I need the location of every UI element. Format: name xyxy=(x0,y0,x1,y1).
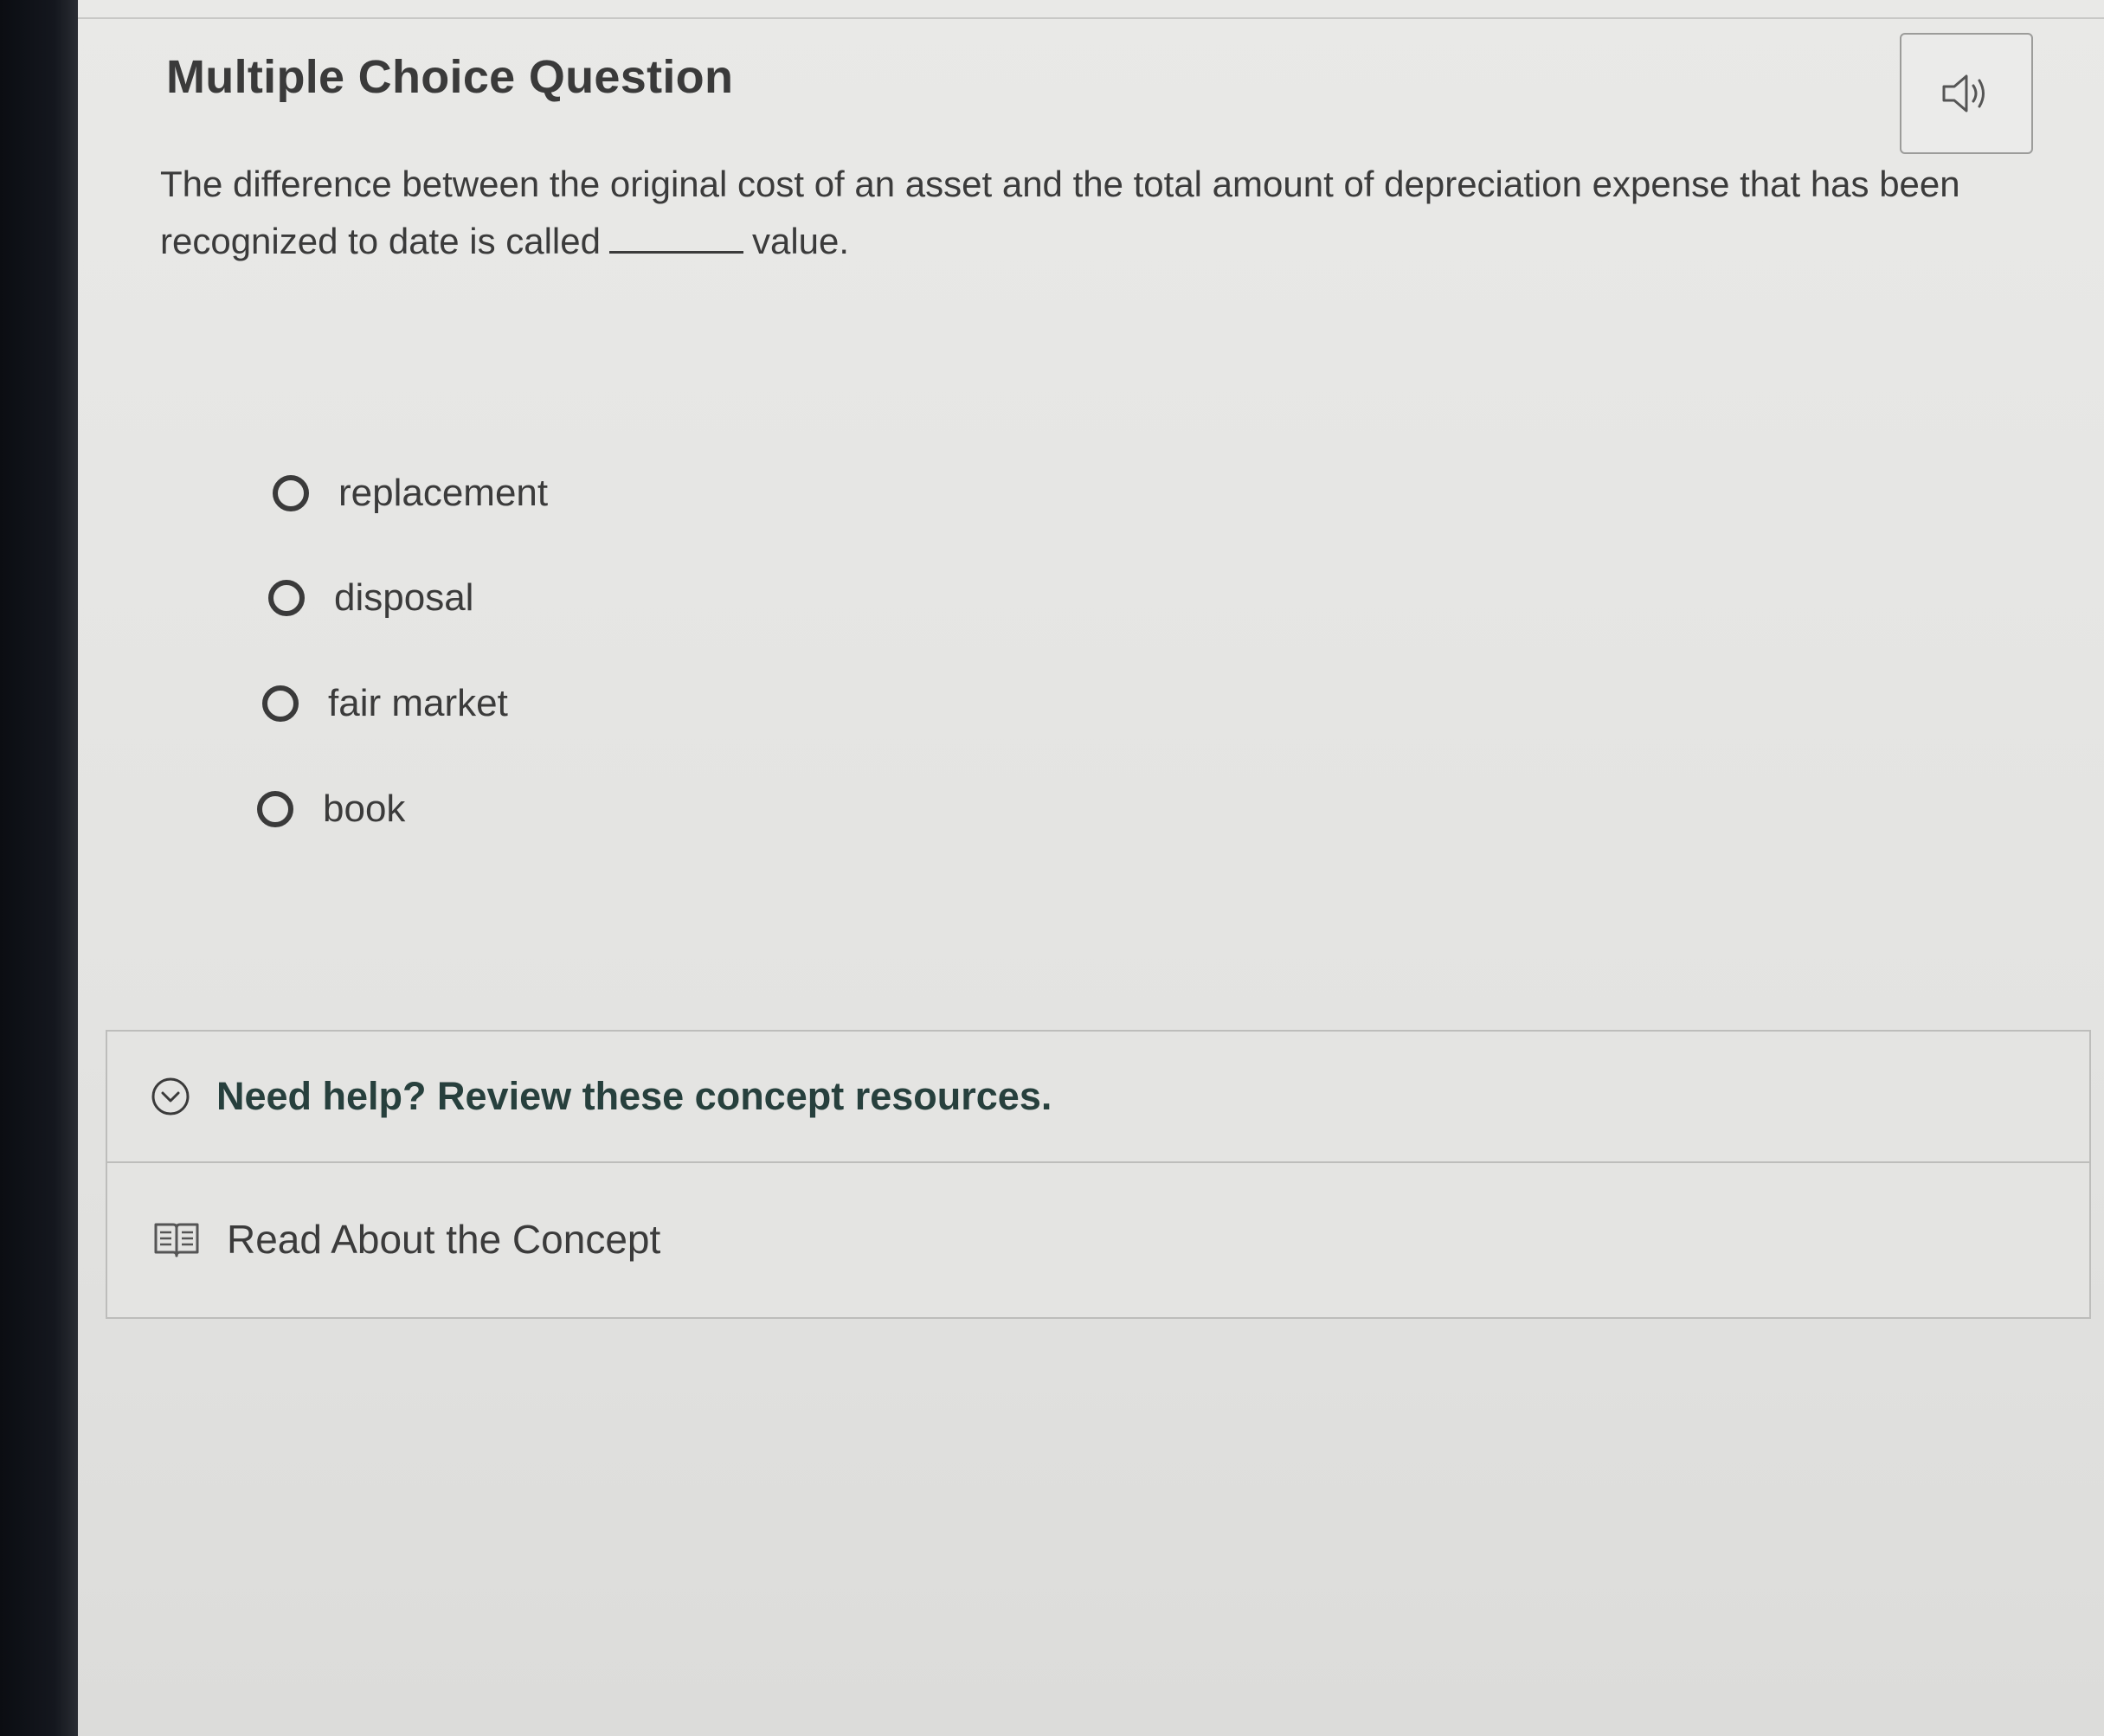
read-about-concept-link[interactable]: Read About the Concept xyxy=(107,1163,2089,1315)
concept-resources-title: Need help? Review these concept resource… xyxy=(216,1074,1052,1118)
device-bezel xyxy=(0,0,78,1736)
audio-button[interactable] xyxy=(1900,33,2033,154)
screen-frame: Multiple Choice Question The difference … xyxy=(0,0,2104,1736)
option-book[interactable]: book xyxy=(257,788,405,831)
speaker-icon xyxy=(1942,74,1985,113)
option-label: disposal xyxy=(334,576,474,619)
option-label: book xyxy=(323,788,406,830)
concept-resources-panel: Need help? Review these concept resource… xyxy=(106,1030,2091,1319)
radio-button[interactable] xyxy=(262,685,299,722)
option-replacement[interactable]: replacement xyxy=(273,472,548,515)
concept-resources-toggle[interactable]: Need help? Review these concept resource… xyxy=(107,1032,2089,1163)
option-label: fair market xyxy=(328,682,508,724)
option-fair-market[interactable]: fair market xyxy=(262,682,508,725)
radio-button[interactable] xyxy=(257,791,293,827)
chevron-down-circle-icon xyxy=(151,1077,190,1116)
question-text-before: The difference between the original cost… xyxy=(160,164,1960,261)
read-about-concept-label: Read About the Concept xyxy=(227,1217,661,1262)
option-label: replacement xyxy=(338,472,549,514)
radio-button[interactable] xyxy=(268,580,305,616)
question-page: Multiple Choice Question The difference … xyxy=(78,0,2104,1736)
option-disposal[interactable]: disposal xyxy=(268,576,473,620)
radio-button[interactable] xyxy=(273,475,309,511)
question-text-after: value. xyxy=(751,221,850,261)
answer-blank xyxy=(608,225,743,254)
book-icon xyxy=(154,1223,199,1257)
page-title: Multiple Choice Question xyxy=(166,51,734,103)
top-divider xyxy=(78,17,2104,19)
question-text: The difference between the original cost… xyxy=(160,156,2047,270)
